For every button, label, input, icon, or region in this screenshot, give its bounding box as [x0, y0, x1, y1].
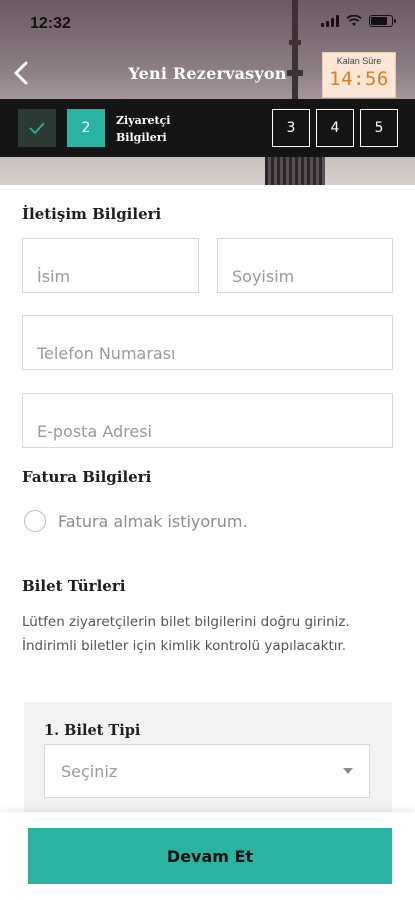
step-2-label: Ziyaretçi Bilgileri — [116, 114, 171, 144]
remaining-time-badge: Kalan Süre 14:56 — [322, 52, 396, 98]
footer: Devam Et — [0, 812, 415, 900]
step-2-active[interactable]: 2 — [67, 109, 105, 147]
wifi-icon — [346, 15, 362, 26]
ticket-card-title: 1. Bilet Tipi — [44, 722, 141, 739]
status-time: 12:32 — [30, 15, 71, 32]
chevron-down-icon — [343, 768, 353, 774]
step-4[interactable]: 4 — [316, 109, 354, 147]
step-1-completed[interactable] — [18, 109, 56, 147]
check-icon — [29, 122, 45, 134]
email-input[interactable] — [23, 394, 392, 447]
ticket-type-select[interactable]: Seçiniz — [44, 744, 370, 798]
status-bar: 12:32 — [0, 0, 415, 44]
first-name-input[interactable] — [23, 239, 198, 292]
step-3[interactable]: 3 — [272, 109, 310, 147]
last-name-field[interactable] — [217, 238, 393, 293]
invoice-option[interactable]: Fatura almak istiyorum. — [24, 510, 248, 532]
last-name-input[interactable] — [218, 239, 392, 292]
contact-section-title: İletişim Bilgileri — [22, 205, 162, 223]
battery-icon — [369, 15, 396, 27]
invoice-radio[interactable] — [24, 510, 46, 532]
tickets-section-title: Bilet Türleri — [22, 577, 126, 595]
step-5[interactable]: 5 — [360, 109, 398, 147]
ticket-card: 1. Bilet Tipi Seçiniz — [24, 702, 392, 812]
remaining-time-label: Kalan Süre — [336, 56, 382, 66]
phone-field[interactable] — [22, 315, 393, 370]
invoice-section-title: Fatura Bilgileri — [22, 468, 152, 486]
tickets-info-text: Lütfen ziyaretçilerin bilet bilgilerini … — [22, 614, 350, 654]
phone-input[interactable] — [23, 316, 392, 369]
signal-icon — [321, 15, 339, 27]
first-name-field[interactable] — [22, 238, 199, 293]
step-indicator: 2 Ziyaretçi Bilgileri 3 4 5 — [0, 99, 415, 157]
invoice-option-label: Fatura almak istiyorum. — [58, 511, 248, 531]
email-field[interactable] — [22, 393, 393, 448]
ticket-type-select-value: Seçiniz — [61, 761, 118, 781]
remaining-time-value: 14:56 — [329, 68, 389, 90]
continue-button[interactable]: Devam Et — [28, 828, 392, 884]
